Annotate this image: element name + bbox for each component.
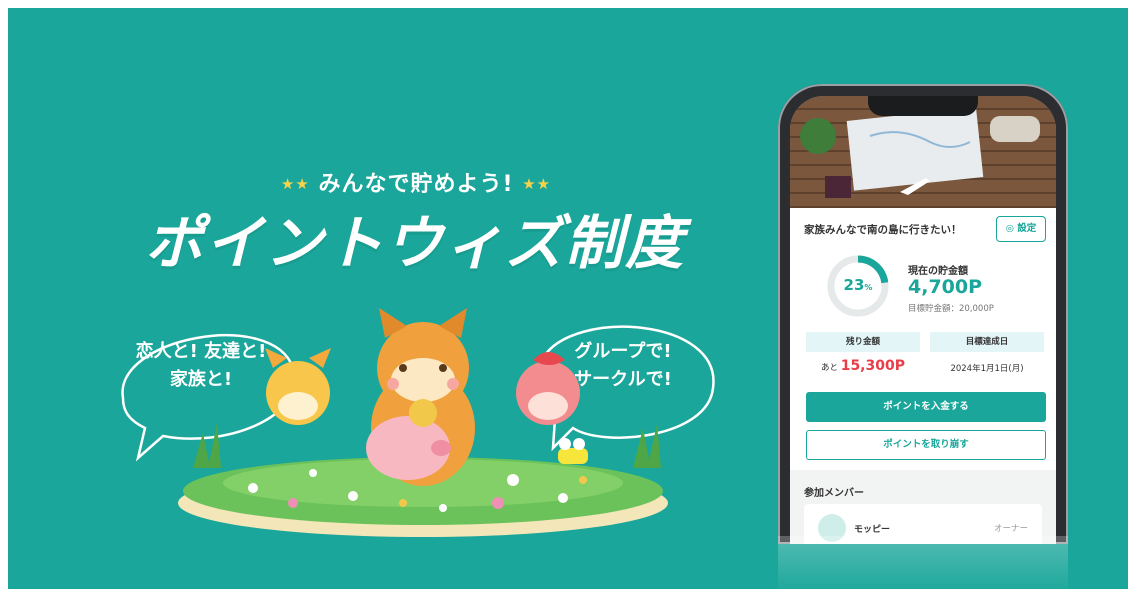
- page-title: ポイントウィズ制度: [144, 209, 685, 277]
- target-date-value: 2024年1月1日(月): [950, 364, 1024, 374]
- member-role: オーナー: [993, 524, 1028, 534]
- speech-bubble-right-text: グループで! サークルで!: [574, 341, 672, 390]
- goal-row: 家族みんなで南の島に行きたい！ ◎ 設定: [790, 212, 1056, 246]
- speech-bubble-right: グループで! サークルで!: [548, 338, 698, 394]
- remaining-value: 15,300P: [840, 358, 905, 374]
- savings-label: 現在の貯金額: [908, 266, 968, 277]
- speech-bubble-left: 恋人と! 友達と! 家族と!: [116, 338, 286, 394]
- speech-bubble-left-text: 恋人と! 友達と! 家族と!: [135, 341, 267, 390]
- tagline: ★★ みんなで貯めよう! ★★: [246, 166, 586, 198]
- withdraw-points-button[interactable]: ポイントを取り崩す: [806, 430, 1046, 460]
- progress-percent-value: 23: [843, 276, 865, 294]
- phone-screen: 家族みんなで南の島に行きたい！ ◎ 設定 23% 現在の貯金額 4,700P 目…: [790, 96, 1056, 544]
- star-icon: ★: [280, 175, 296, 193]
- remaining-header: 残り金額: [806, 332, 920, 352]
- members-title: 参加メンバー: [804, 488, 864, 499]
- percent-sign: %: [864, 283, 873, 292]
- goal-title: 家族みんなで南の島に行きたい！: [804, 224, 962, 236]
- phone-mockup: 家族みんなで南の島に行きたい！ ◎ 設定 23% 現在の貯金額 4,700P 目…: [778, 84, 1068, 544]
- target-amount: 目標貯金額：20,000P: [908, 304, 994, 314]
- star-icon: ★: [295, 175, 310, 193]
- star-icon: ★: [522, 175, 537, 193]
- star-icon: ★: [536, 175, 552, 193]
- mascot-illustration: [121, 308, 715, 537]
- member-name: モッピー: [854, 525, 891, 535]
- tagline-text: みんなで貯めよう!: [318, 172, 514, 197]
- savings-value: 4,700P: [908, 276, 983, 298]
- remaining-amount: あと 15,300P: [806, 358, 920, 374]
- phone-notch: [868, 96, 978, 116]
- settings-button[interactable]: ◎ 設定: [996, 216, 1046, 242]
- members-section: 参加メンバー モッピー オーナー: [790, 470, 1056, 544]
- target-date-header: 目標達成日: [930, 332, 1044, 352]
- phone-reflection: [778, 536, 1068, 589]
- deposit-points-button[interactable]: ポイントを入金する: [806, 392, 1046, 422]
- promo-banner: ★★ みんなで貯めよう! ★★ ポイントウィズ制度 恋人と! 友達と! 家族と!…: [8, 8, 1128, 589]
- remaining-prefix: あと: [820, 363, 838, 373]
- progress-percent: 23%: [826, 276, 890, 294]
